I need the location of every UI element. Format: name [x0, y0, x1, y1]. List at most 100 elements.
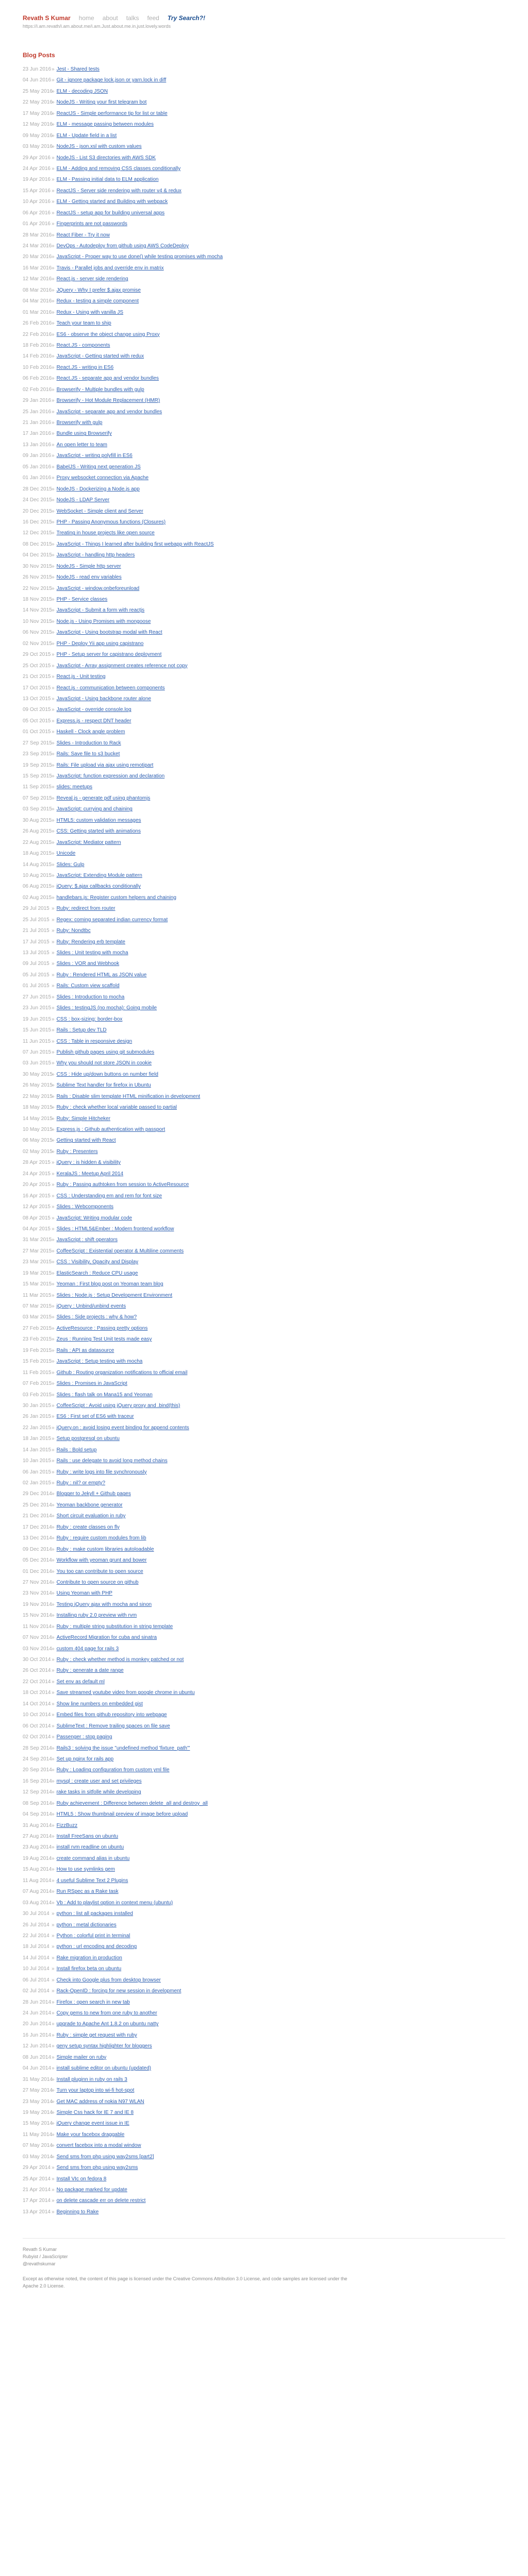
post-link[interactable]: jQuery.on : avoid losing event binding f… — [57, 1425, 189, 1431]
post-link[interactable]: Vb : Add to playlist option in context m… — [57, 1900, 173, 1906]
post-link[interactable]: Embed files from github repository into … — [57, 1712, 167, 1718]
post-link[interactable]: Rails : API as datasource — [57, 1348, 114, 1353]
post-link[interactable]: An open letter to team — [57, 442, 107, 448]
post-link[interactable]: Save streamed youtube video from google … — [57, 1690, 195, 1696]
post-link[interactable]: mysql : create user and set privileges — [57, 1778, 142, 1784]
post-link[interactable]: Ruby: Nondtbc — [57, 928, 91, 934]
post-link[interactable]: 4 useful Sublime Text 2 Plugins — [57, 1878, 128, 1884]
post-link[interactable]: Install FreeSans on ubuntu — [57, 1834, 119, 1839]
post-link[interactable]: Show line numbers on embedded gist — [57, 1701, 143, 1707]
post-link[interactable]: Contribute to open source on github — [57, 1580, 139, 1585]
post-link[interactable]: Ruby: Simple Hitcheker — [57, 1116, 110, 1122]
post-link[interactable]: Rake migration in production — [57, 1955, 122, 1961]
post-link[interactable]: Get MAC address of nokia N97 WLAN — [57, 2099, 144, 2105]
post-link[interactable]: Haskell - Clock angle problem — [57, 729, 125, 735]
post-link[interactable]: Passenger : stop paging — [57, 1734, 112, 1740]
post-link[interactable]: Ruby : require custom modules from lib — [57, 1535, 146, 1541]
post-link[interactable]: KeralaJS : Meetup April 2014 — [57, 1171, 124, 1177]
post-link[interactable]: Redux - testing a simple component — [57, 298, 139, 304]
post-link[interactable]: Slides : Side projects : why & how? — [57, 1314, 137, 1320]
post-link[interactable]: Ruby : make custom libraries autoloadabl… — [57, 1547, 154, 1552]
post-link[interactable]: Set up nginx for rails app — [57, 1756, 114, 1762]
post-link[interactable]: jQuery : is hidden & visibility — [57, 1160, 121, 1165]
post-link[interactable]: Slides : Unit testing with mocha — [57, 950, 128, 956]
post-link[interactable]: Treating in house projects like open sou… — [57, 530, 155, 536]
post-link[interactable]: Browserify - Hot Module Replacement (HMR… — [57, 398, 160, 403]
site-name-link[interactable]: Revath S Kumar — [23, 14, 71, 22]
post-link[interactable]: ELM - decoding JSON — [57, 89, 108, 94]
post-link[interactable]: Unicode — [57, 851, 76, 856]
post-link[interactable]: Simple Css hack for IE 7 and IE 8 — [57, 2110, 134, 2115]
post-link[interactable]: Slides : HTML5&Ember : Modern frontend w… — [57, 1226, 174, 1232]
post-link[interactable]: SublimeText : Remove trailing spaces on … — [57, 1723, 170, 1729]
post-link[interactable]: ELM - Update field in a list — [57, 133, 117, 139]
post-link[interactable]: Setup postgresql on ubuntu — [57, 1436, 120, 1442]
post-link[interactable]: Slides : flash talk on Mana15 and Yeoman — [57, 1392, 153, 1398]
nav-feed[interactable]: feed — [147, 14, 159, 22]
post-link[interactable]: upgrade to Apache Ant 1.8.2 on ubuntu na… — [57, 2021, 159, 2027]
post-link[interactable]: Regex: coming separated indian currency … — [57, 917, 168, 923]
post-link[interactable]: NodeJS - Simple http server — [57, 564, 121, 569]
post-link[interactable]: React.js - server side rendering — [57, 276, 128, 282]
post-link[interactable]: Fingerprints are not passwords — [57, 221, 127, 227]
post-link[interactable]: NodeJS - List S3 directories with AWS SD… — [57, 155, 156, 161]
post-link[interactable]: ELM - Passing initial data to ELM applic… — [57, 177, 159, 182]
post-link[interactable]: Ruby : Rendered HTML as JSON value — [57, 972, 147, 978]
post-link[interactable]: CSS : Hide up/down buttons on number fie… — [57, 1072, 158, 1077]
post-link[interactable]: How to use symlinks gem — [57, 1867, 115, 1872]
post-link[interactable]: handlebars.js: Register custom helpers a… — [57, 895, 176, 901]
nav-home[interactable]: home — [79, 14, 94, 22]
post-link[interactable]: JavaScript: function expression and decl… — [57, 773, 165, 779]
post-link[interactable]: Sublime Text handler for firefox in Ubun… — [57, 1082, 151, 1088]
post-link[interactable]: JavaScript: Writing modular code — [57, 1215, 133, 1221]
post-link[interactable]: install sublime editor on ubuntu (update… — [57, 2065, 151, 2071]
post-link[interactable]: Rack-OpenID : forcing for new session in… — [57, 1988, 182, 1994]
post-link[interactable]: python : metal dictionaries — [57, 1922, 117, 1928]
post-link[interactable]: Rails : Disable slim template HTML minif… — [57, 1094, 201, 1099]
post-link[interactable]: ES6 - observe the object change using Pr… — [57, 332, 160, 337]
post-link[interactable]: Installing ruby 2.0 preview with rvm — [57, 1613, 137, 1618]
post-link[interactable]: NodeJS - LDAP Server — [57, 497, 110, 503]
post-link[interactable]: Send sms from php using way2sms [part2] — [57, 2154, 154, 2160]
post-link[interactable]: on delete cascade err on delete restrict — [57, 2198, 146, 2204]
post-link[interactable]: install rvm readline on ubuntu — [57, 1844, 124, 1850]
post-link[interactable]: Rails: Custom view scaffold — [57, 983, 120, 989]
post-link[interactable]: Yeoman backbone generator — [57, 1502, 123, 1508]
post-link[interactable]: geny setup syntax highlighter for blogge… — [57, 2043, 152, 2049]
post-link[interactable]: WebSocket - Simple client and Server — [57, 509, 143, 514]
post-link[interactable]: Blogger to Jekyll + Github pages — [57, 1491, 131, 1497]
post-link[interactable]: Ruby : Passing authtoken from session to… — [57, 1182, 189, 1188]
post-link[interactable]: CSS: Getting started with animations — [57, 828, 141, 834]
post-link[interactable]: Beginning to Rake — [57, 2209, 99, 2215]
post-link[interactable]: JavaScript - separate app and vendor bun… — [57, 409, 162, 415]
post-link[interactable]: Zeus : Running Test Unit tests made easy — [57, 1336, 152, 1342]
post-link[interactable]: Bundle using Browserify — [57, 431, 112, 436]
post-link[interactable]: ElasticSearch : Reduce CPU usage — [57, 1270, 138, 1276]
post-link[interactable]: CoffeeScript : Avoid using jQuery proxy … — [57, 1403, 180, 1409]
post-link[interactable]: JavaScript - window.onbeforeunload — [57, 586, 140, 591]
post-link[interactable]: HTML5: custom validation messages — [57, 818, 141, 823]
post-link[interactable]: jQuery : Unbind/unbind events — [57, 1303, 126, 1309]
post-link[interactable]: Ruby achievement : Difference between de… — [57, 1801, 208, 1806]
post-link[interactable]: ActiveResource : Passing pretty options — [57, 1326, 148, 1331]
post-link[interactable]: Redux - Using with vanilla JS — [57, 310, 124, 315]
post-link[interactable]: Ruby : simple get request with ruby — [57, 2032, 137, 2038]
post-link[interactable]: Install pluginn in ruby on rails 3 — [57, 2077, 127, 2082]
post-link[interactable]: ActiveRecord Migration for cuba and sina… — [57, 1635, 157, 1640]
post-link[interactable]: ReactJS - Simple performance tip for lis… — [57, 111, 168, 116]
post-link[interactable]: Ruby : write logs into file synchronousl… — [57, 1469, 147, 1475]
post-link[interactable]: Express.js - respect DNT header — [57, 718, 131, 724]
post-link[interactable]: Simple mailer on ruby — [57, 2055, 107, 2060]
post-link[interactable]: CoffeeScript : Existential operator & Mu… — [57, 1248, 184, 1254]
post-link[interactable]: Slides : Webcomponents — [57, 1204, 113, 1210]
post-link[interactable]: Teach your team to ship — [57, 320, 111, 326]
post-link[interactable]: JQuery - Why I prefer $.ajax promise — [57, 287, 141, 293]
post-link[interactable]: Rails: File upload via ajax using remoti… — [57, 762, 154, 768]
post-link[interactable]: Proxy websocket connection via Apache — [57, 475, 148, 481]
post-link[interactable]: Express.js : Github authentication with … — [57, 1127, 166, 1132]
post-link[interactable]: create command alias in ubuntu — [57, 1856, 130, 1861]
post-link[interactable]: JavaScript - Submit a form with reactjs — [57, 607, 145, 613]
post-link[interactable]: NodeJS - Dockerizing a Node.js app — [57, 486, 140, 492]
post-link[interactable]: Why you should not store JSON in cookie — [57, 1060, 152, 1066]
post-link[interactable]: Install VIc on fedora 8 — [57, 2176, 107, 2182]
